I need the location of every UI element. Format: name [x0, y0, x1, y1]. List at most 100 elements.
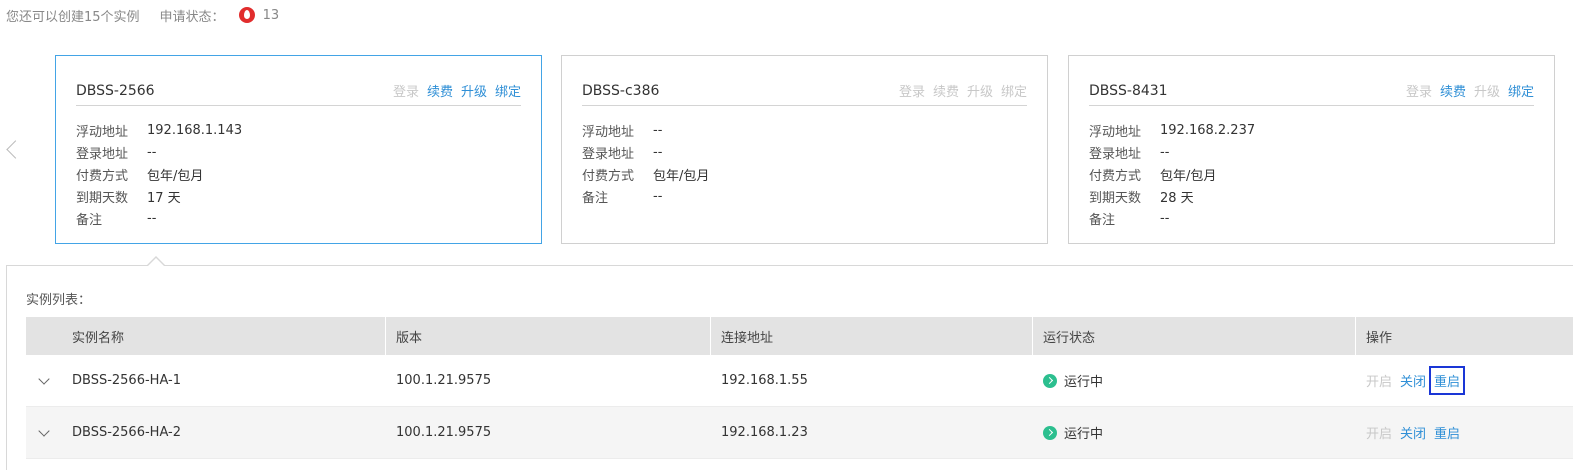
card-header: DBSS-2566 登录 续费 升级 绑定 [76, 76, 521, 106]
cell-name: DBSS-2566-HA-1 [26, 355, 386, 407]
running-status-icon [1043, 373, 1057, 388]
field-value: 包年/包月 [147, 168, 204, 184]
cell-version: 100.1.21.9575 [396, 425, 492, 440]
field-label: 到期天数 [1089, 190, 1142, 206]
field-label: 付费方式 [76, 168, 129, 184]
start-button[interactable]: 开启 [1366, 423, 1392, 442]
cell-name: DBSS-2566-HA-2 [26, 407, 386, 459]
field-label: 登录地址 [582, 146, 635, 162]
status-text: 运行中 [1064, 375, 1104, 390]
login-button[interactable]: 登录 [899, 81, 925, 100]
card-title: DBSS-8431 [1089, 82, 1168, 99]
field-label: 登录地址 [1089, 146, 1142, 162]
instance-table: 实例名称 版本 连接地址 运行状态 操作 DBSS-2566-HA-1 100.… [26, 317, 1573, 459]
instance-name: DBSS-2566-HA-2 [72, 425, 182, 440]
cell-status: 运行中 [1033, 355, 1356, 407]
field-row: 登录地址 -- [582, 141, 709, 163]
field-row: 备注 -- [582, 185, 709, 207]
field-value: -- [653, 188, 663, 204]
column-header-address: 连接地址 [711, 317, 1033, 355]
card-header: DBSS-c386 登录 续费 升级 绑定 [582, 76, 1027, 106]
field-row: 登录地址 -- [1089, 141, 1255, 163]
renew-button[interactable]: 续费 [1440, 81, 1466, 100]
field-row: 付费方式 包年/包月 [582, 163, 709, 185]
field-value: -- [147, 144, 157, 160]
field-row: 登录地址 -- [76, 141, 242, 163]
instance-card[interactable]: DBSS-2566 登录 续费 升级 绑定 浮动地址 192.168.1.143 … [55, 55, 542, 244]
renew-button[interactable]: 续费 [427, 81, 453, 100]
field-value: 28 天 [1160, 190, 1194, 206]
field-label: 付费方式 [1089, 168, 1142, 184]
instance-card[interactable]: DBSS-8431 登录 续费 升级 绑定 浮动地址 192.168.2.237 … [1068, 55, 1555, 244]
stop-button[interactable]: 关闭 [1400, 423, 1426, 442]
column-header-status: 运行状态 [1033, 317, 1356, 355]
bind-button[interactable]: 绑定 [1001, 81, 1027, 100]
chevron-down-icon[interactable] [32, 407, 62, 459]
table-header: 实例名称 版本 连接地址 运行状态 操作 [26, 317, 1573, 355]
field-row: 浮动地址 192.168.1.143 [76, 119, 242, 141]
upgrade-button[interactable]: 升级 [967, 81, 993, 100]
cell-operations: 开启 关闭 重启 [1356, 407, 1573, 459]
card-actions: 登录 续费 升级 绑定 [393, 81, 521, 100]
bind-button[interactable]: 绑定 [1508, 81, 1534, 100]
login-button[interactable]: 登录 [393, 81, 419, 100]
field-row: 付费方式 包年/包月 [1089, 163, 1255, 185]
column-header-name: 实例名称 [26, 317, 386, 355]
field-label: 备注 [582, 190, 609, 206]
restart-button[interactable]: 重启 [1434, 423, 1460, 442]
field-label: 浮动地址 [582, 124, 635, 140]
field-row: 到期天数 28 天 [1089, 185, 1255, 207]
field-value: -- [653, 144, 663, 160]
field-value: -- [1160, 210, 1170, 226]
table-row: DBSS-2566-HA-2 100.1.21.9575 192.168.1.2… [26, 407, 1573, 459]
field-value: 包年/包月 [1160, 168, 1217, 184]
panel-pointer-fill [147, 258, 165, 267]
quota-text: 您还可以创建15个实例 [6, 9, 140, 25]
card-header: DBSS-8431 登录 续费 升级 绑定 [1089, 76, 1534, 106]
cell-address: 192.168.1.55 [721, 373, 808, 388]
field-value: 192.168.1.143 [147, 122, 243, 138]
field-value: -- [653, 122, 663, 138]
upgrade-button[interactable]: 升级 [1474, 81, 1500, 100]
cell-address: 192.168.1.23 [721, 425, 808, 440]
running-status-icon [1043, 425, 1057, 440]
field-value: 192.168.2.237 [1160, 122, 1256, 138]
field-label: 备注 [1089, 212, 1116, 228]
cell-version: 100.1.21.9575 [396, 373, 492, 388]
instance-card[interactable]: DBSS-c386 登录 续费 升级 绑定 浮动地址 -- 登录地址 -- 付费方式… [561, 55, 1048, 244]
field-value: -- [147, 210, 157, 226]
card-title: DBSS-c386 [582, 82, 660, 99]
chevron-down-icon[interactable] [32, 355, 62, 407]
field-label: 到期天数 [76, 190, 129, 206]
upgrade-button[interactable]: 升级 [461, 81, 487, 100]
stop-button[interactable]: 关闭 [1400, 371, 1426, 390]
field-row: 备注 -- [1089, 207, 1255, 229]
field-value: -- [1160, 144, 1170, 160]
bind-button[interactable]: 绑定 [495, 81, 521, 100]
instance-list-title: 实例列表： [26, 293, 92, 308]
card-title: DBSS-2566 [76, 82, 155, 99]
status-text: 运行中 [1064, 427, 1104, 442]
login-button[interactable]: 登录 [1406, 81, 1432, 100]
carousel-prev-arrow-icon[interactable] [2, 136, 22, 164]
table-row: DBSS-2566-HA-1 100.1.21.9575 192.168.1.5… [26, 355, 1573, 407]
field-label: 登录地址 [76, 146, 129, 162]
card-fields: 浮动地址 192.168.1.143 登录地址 -- 付费方式 包年/包月 到期天数 1… [76, 119, 242, 229]
card-fields: 浮动地址 192.168.2.237 登录地址 -- 付费方式 包年/包月 到期天数 2… [1089, 119, 1255, 229]
field-label: 付费方式 [582, 168, 635, 184]
card-actions: 登录 续费 升级 绑定 [899, 81, 1027, 100]
start-button[interactable]: 开启 [1366, 371, 1392, 390]
column-header-version: 版本 [386, 317, 711, 355]
field-row: 到期天数 17 天 [76, 185, 242, 207]
quota-bar: 您还可以创建15个实例 申请状态： 13 [6, 6, 279, 25]
field-row: 浮动地址 -- [582, 119, 709, 141]
instance-name: DBSS-2566-HA-1 [72, 373, 182, 388]
field-label: 备注 [76, 212, 103, 228]
field-value: 包年/包月 [653, 168, 710, 184]
fire-icon [238, 7, 255, 23]
field-label: 浮动地址 [1089, 124, 1142, 140]
renew-button[interactable]: 续费 [933, 81, 959, 100]
restart-button[interactable]: 重启 [1429, 366, 1466, 395]
field-row: 浮动地址 192.168.2.237 [1089, 119, 1255, 141]
field-label: 浮动地址 [76, 124, 129, 140]
